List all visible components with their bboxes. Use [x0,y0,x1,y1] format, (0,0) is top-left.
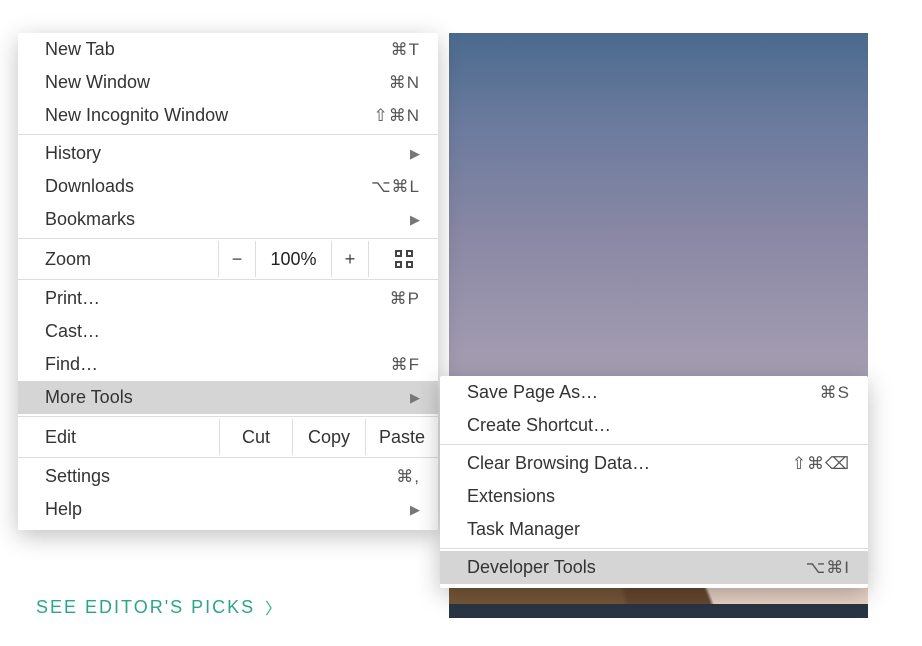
submenu-developer-tools[interactable]: Developer Tools ⌥⌘I [440,551,868,584]
submenu-create-shortcut-label: Create Shortcut… [467,415,850,436]
menu-new-window-shortcut: ⌘N [389,73,420,93]
edit-paste-button[interactable]: Paste [365,419,438,455]
submenu-save-page-as[interactable]: Save Page As… ⌘S [440,376,868,409]
menu-new-incognito-shortcut: ⇧⌘N [373,106,420,126]
submenu-extensions-label: Extensions [467,486,850,507]
more-tools-submenu: Save Page As… ⌘S Create Shortcut… Clear … [440,376,868,588]
submenu-arrow-icon: ▶ [410,212,420,228]
submenu-extensions[interactable]: Extensions [440,480,868,513]
menu-separator [440,548,868,549]
menu-find-label: Find… [45,354,391,375]
menu-new-tab-shortcut: ⌘T [391,40,420,60]
menu-edit-label: Edit [18,419,219,455]
submenu-clear-browsing-shortcut: ⇧⌘⌫ [792,454,850,474]
menu-history[interactable]: History ▶ [18,137,438,170]
submenu-arrow-icon: ▶ [410,502,420,518]
edit-cut-button[interactable]: Cut [219,419,292,455]
submenu-task-manager-label: Task Manager [467,519,850,540]
browser-main-menu: New Tab ⌘T New Window ⌘N New Incognito W… [18,33,438,530]
menu-more-tools[interactable]: More Tools ▶ [18,381,438,414]
menu-separator [18,134,438,135]
menu-new-window[interactable]: New Window ⌘N [18,66,438,99]
menu-new-tab[interactable]: New Tab ⌘T [18,33,438,66]
menu-settings[interactable]: Settings ⌘, [18,460,438,493]
menu-separator [18,238,438,239]
menu-downloads-shortcut: ⌥⌘L [371,177,420,197]
menu-new-incognito[interactable]: New Incognito Window ⇧⌘N [18,99,438,132]
zoom-value: 100% [255,241,331,277]
menu-help[interactable]: Help ▶ [18,493,438,526]
submenu-developer-tools-shortcut: ⌥⌘I [806,558,850,578]
fullscreen-icon [395,250,413,268]
submenu-save-page-as-shortcut: ⌘S [820,383,850,403]
menu-cast-label: Cast… [45,321,420,342]
menu-zoom-row: Zoom − 100% + [18,241,438,277]
menu-print-label: Print… [45,288,390,309]
menu-more-tools-label: More Tools [45,387,410,408]
chevron-right-icon: 〉 [265,595,283,619]
menu-downloads-label: Downloads [45,176,371,197]
menu-zoom-label: Zoom [18,241,218,277]
menu-new-incognito-label: New Incognito Window [45,105,373,126]
submenu-task-manager[interactable]: Task Manager [440,513,868,546]
menu-separator [18,416,438,417]
menu-settings-shortcut: ⌘, [396,467,420,487]
bottom-dark-strip [449,604,868,618]
menu-edit-row: Edit Cut Copy Paste [18,419,438,455]
menu-print[interactable]: Print… ⌘P [18,282,438,315]
menu-downloads[interactable]: Downloads ⌥⌘L [18,170,438,203]
menu-bookmarks[interactable]: Bookmarks ▶ [18,203,438,236]
edit-copy-button[interactable]: Copy [292,419,365,455]
menu-separator [18,279,438,280]
menu-cast[interactable]: Cast… [18,315,438,348]
menu-bookmarks-label: Bookmarks [45,209,410,230]
menu-new-window-label: New Window [45,72,389,93]
see-editors-picks-link[interactable]: SEE EDITOR'S PICKS 〉 [36,595,283,619]
fullscreen-button[interactable] [368,241,438,277]
submenu-arrow-icon: ▶ [410,390,420,406]
menu-find-shortcut: ⌘F [391,355,420,375]
zoom-out-button[interactable]: − [218,241,255,277]
menu-history-label: History [45,143,410,164]
menu-settings-label: Settings [45,466,396,487]
submenu-create-shortcut[interactable]: Create Shortcut… [440,409,868,442]
see-editors-picks-label: SEE EDITOR'S PICKS [36,597,255,618]
menu-separator [440,444,868,445]
menu-find[interactable]: Find… ⌘F [18,348,438,381]
submenu-clear-browsing-label: Clear Browsing Data… [467,453,792,474]
menu-separator [18,457,438,458]
submenu-developer-tools-label: Developer Tools [467,557,806,578]
submenu-clear-browsing-data[interactable]: Clear Browsing Data… ⇧⌘⌫ [440,447,868,480]
submenu-arrow-icon: ▶ [410,146,420,162]
submenu-save-page-as-label: Save Page As… [467,382,820,403]
zoom-in-button[interactable]: + [331,241,368,277]
menu-print-shortcut: ⌘P [390,289,420,309]
menu-new-tab-label: New Tab [45,39,391,60]
menu-help-label: Help [45,499,410,520]
